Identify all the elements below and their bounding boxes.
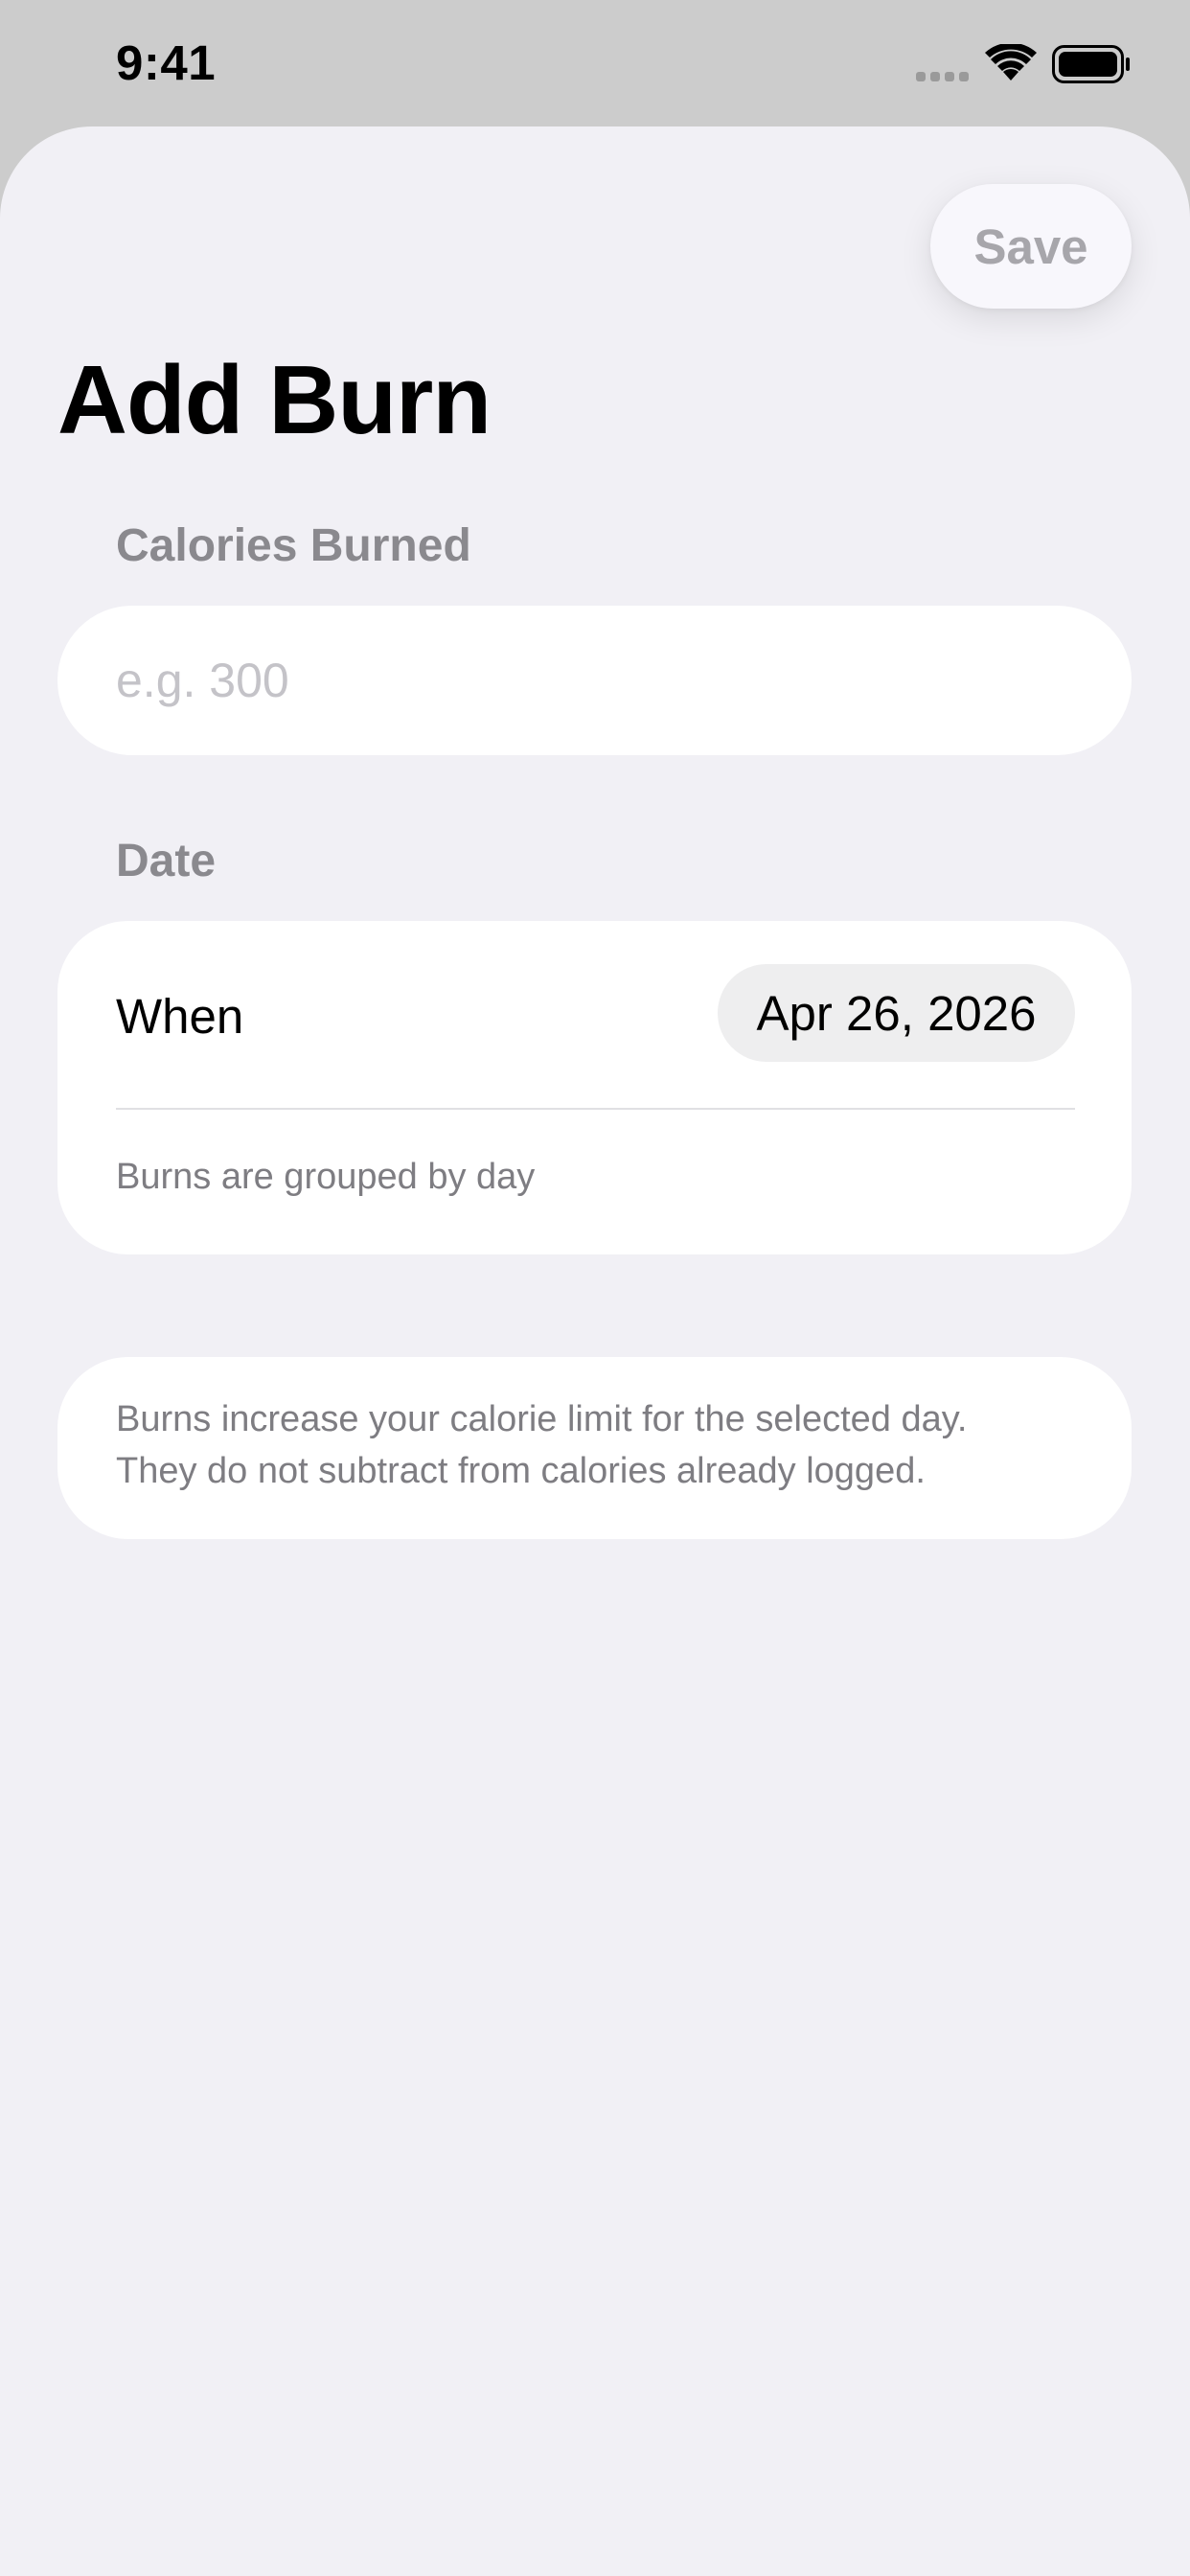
add-burn-sheet: Save Add Burn Calories Burned Date When … [0, 126, 1190, 2576]
save-button[interactable]: Save [930, 184, 1132, 309]
when-label: When [116, 989, 244, 1044]
date-footnote: Burns are grouped by day [116, 1157, 536, 1197]
info-text-line: Burns increase your calorie limit for th… [116, 1399, 968, 1439]
info-card: Burns increase your calorie limit for th… [57, 1357, 1132, 1539]
calories-input[interactable] [116, 606, 1074, 755]
page-title: Add Burn [57, 347, 492, 454]
date-picker-button[interactable]: Apr 26, 2026 [718, 964, 1075, 1062]
date-section-label: Date [116, 836, 217, 886]
divider [116, 1108, 1075, 1110]
calories-section-label: Calories Burned [116, 520, 471, 571]
calories-field[interactable] [57, 606, 1132, 755]
info-text-line: They do not subtract from calories alrea… [116, 1451, 926, 1491]
date-card: When Apr 26, 2026 Burns are grouped by d… [57, 921, 1132, 1254]
cellular-signal-icon [916, 72, 969, 81]
status-bar: 9:41 [0, 0, 1190, 126]
status-time: 9:41 [116, 35, 217, 90]
battery-icon [1052, 45, 1130, 83]
wifi-icon [985, 44, 1037, 80]
